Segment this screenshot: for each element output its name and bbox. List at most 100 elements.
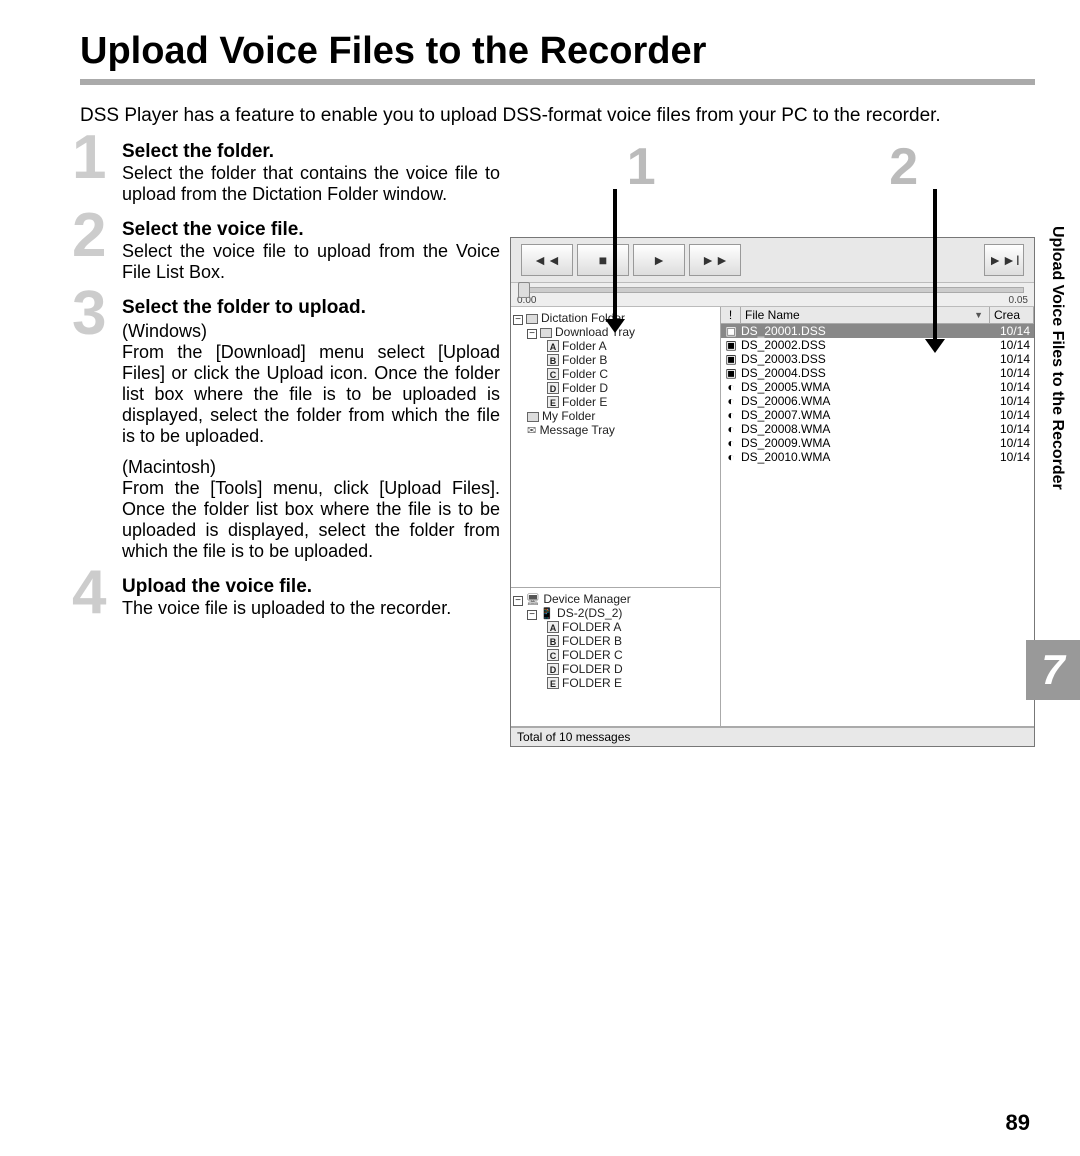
step-title: Select the folder to upload. (122, 297, 500, 319)
file-row[interactable]: ▣DS_20002.DSS10/14 (721, 338, 1034, 352)
folder-tree[interactable]: −Dictation Folder −Download Tray AFolder… (511, 307, 721, 587)
file-name: DS_20007.WMA (739, 408, 988, 422)
page-title: Upload Voice Files to the Recorder (80, 30, 1035, 73)
file-date: 10/14 (988, 450, 1032, 464)
device-folder[interactable]: FOLDER D (562, 662, 623, 676)
file-date: 10/14 (988, 394, 1032, 408)
tree-folder[interactable]: Folder B (562, 353, 607, 367)
device-folder[interactable]: FOLDER C (562, 648, 623, 662)
slider-knob[interactable] (518, 282, 530, 298)
playback-toolbar: ◄◄ ■ ► ►► ►►I (511, 238, 1034, 283)
file-date: 10/14 (988, 436, 1032, 450)
step-number: 4 (72, 562, 106, 624)
side-tab-label: Upload Voice Files to the Recorder (1048, 226, 1066, 490)
step-number: 2 (72, 205, 106, 267)
file-row[interactable]: ◐DS_20008.WMA10/14 (721, 422, 1034, 436)
message-icon: ✉ (527, 425, 536, 437)
file-row[interactable]: ▣DS_20004.DSS10/14 (721, 366, 1034, 380)
file-name: DS_20006.WMA (739, 394, 988, 408)
device-folder[interactable]: FOLDER E (562, 676, 622, 690)
tree-folder[interactable]: Folder C (562, 367, 608, 381)
rewind-button[interactable]: ◄◄ (521, 244, 573, 276)
platform-mac: (Macintosh) (122, 457, 500, 478)
file-list[interactable]: ! File Name▼ Crea ▣DS_20001.DSS10/14▣DS_… (721, 307, 1034, 587)
folder-letter-icon: D (547, 663, 559, 675)
page-number: 89 (1006, 1110, 1030, 1136)
step-title: Select the folder. (122, 141, 500, 163)
step-body-mac: From the [Tools] menu, click [Upload Fil… (122, 478, 500, 562)
collapse-icon[interactable]: − (527, 610, 537, 620)
folder-letter-icon: C (547, 368, 559, 380)
tree-folder[interactable]: Folder A (562, 339, 607, 353)
file-row[interactable]: ◐DS_20006.WMA10/14 (721, 394, 1034, 408)
file-name: DS_20009.WMA (739, 436, 988, 450)
instructions-column: 1 Select the folder. Select the folder t… (80, 141, 500, 747)
device-tree[interactable]: −🖥 Device Manager −📱 DS-2(DS_2) AFOLDER … (511, 587, 721, 727)
file-row[interactable]: ◐DS_20010.WMA10/14 (721, 450, 1034, 464)
file-row[interactable]: ◐DS_20005.WMA10/14 (721, 380, 1034, 394)
device-folder[interactable]: FOLDER B (562, 634, 622, 648)
file-date: 10/14 (988, 380, 1032, 394)
status-bar: Total of 10 messages (511, 727, 1034, 746)
file-row[interactable]: ▣DS_20001.DSS10/14 (721, 324, 1034, 338)
folder-letter-icon: E (547, 677, 559, 689)
file-date: 10/14 (988, 352, 1032, 366)
file-type-icon: ◐ (723, 408, 739, 422)
step-2: 2 Select the voice file. Select the voic… (80, 219, 500, 283)
file-name: DS_20002.DSS (739, 338, 988, 352)
screenshot-column: 1 2 ◄◄ ■ ► ►► ►►I 0.00 0.05 (510, 141, 1035, 747)
device-root[interactable]: Device Manager (543, 592, 630, 606)
file-type-icon: ◐ (723, 422, 739, 436)
step-title: Select the voice file. (122, 219, 500, 241)
collapse-icon[interactable]: − (513, 596, 523, 606)
step-body-windows: From the [Download] menu select [Upload … (122, 342, 500, 447)
file-type-icon: ▣ (723, 366, 739, 380)
time-ruler: 0.00 0.05 (511, 295, 1034, 307)
file-date: 10/14 (988, 338, 1032, 352)
file-date: 10/14 (988, 408, 1032, 422)
step-3: 3 Select the folder to upload. (Windows)… (80, 297, 500, 562)
tree-folder[interactable]: Folder E (562, 395, 607, 409)
title-rule (80, 79, 1035, 85)
skip-next-button[interactable]: ►►I (984, 244, 1024, 276)
file-type-icon: ▣ (723, 352, 739, 366)
sort-desc-icon: ▼ (974, 310, 983, 320)
file-name: DS_20003.DSS (739, 352, 988, 366)
step-body: The voice file is uploaded to the record… (122, 598, 500, 619)
playback-slider[interactable] (511, 283, 1034, 295)
step-number: 3 (72, 283, 106, 345)
recorder-icon: 📱 (540, 608, 554, 620)
file-type-icon: ◐ (723, 394, 739, 408)
platform-windows: (Windows) (122, 321, 500, 342)
play-button[interactable]: ► (633, 244, 685, 276)
file-row[interactable]: ◐DS_20007.WMA10/14 (721, 408, 1034, 422)
chapter-badge: 7 (1026, 640, 1080, 700)
file-name: DS_20010.WMA (739, 450, 988, 464)
step-number: 1 (72, 127, 106, 189)
callout-number: 1 (510, 141, 773, 193)
step-title: Upload the voice file. (122, 576, 500, 598)
file-type-icon: ▣ (723, 324, 739, 338)
file-row[interactable]: ◐DS_20009.WMA10/14 (721, 436, 1034, 450)
device-folder[interactable]: FOLDER A (562, 620, 621, 634)
fastforward-button[interactable]: ►► (689, 244, 741, 276)
file-date: 10/14 (988, 324, 1032, 338)
callout-2: 2 (773, 141, 1036, 193)
file-name: DS_20005.WMA (739, 380, 988, 394)
intro-text: DSS Player has a feature to enable you t… (80, 105, 1035, 127)
tree-my-folder[interactable]: My Folder (542, 409, 595, 423)
header-created[interactable]: Crea (990, 307, 1034, 323)
folder-letter-icon: C (547, 649, 559, 661)
tree-message-tray[interactable]: Message Tray (540, 423, 615, 437)
collapse-icon[interactable]: − (527, 329, 537, 339)
tree-folder[interactable]: Folder D (562, 381, 608, 395)
collapse-icon[interactable]: − (513, 315, 523, 325)
header-filename[interactable]: File Name▼ (741, 307, 990, 323)
device-name[interactable]: DS-2(DS_2) (557, 606, 622, 620)
ruler-end: 0.05 (1009, 295, 1028, 306)
file-row[interactable]: ▣DS_20003.DSS10/14 (721, 352, 1034, 366)
folder-letter-icon: A (547, 621, 559, 633)
file-type-icon: ◐ (723, 380, 739, 394)
header-priority[interactable]: ! (721, 307, 741, 323)
file-type-icon: ▣ (723, 338, 739, 352)
